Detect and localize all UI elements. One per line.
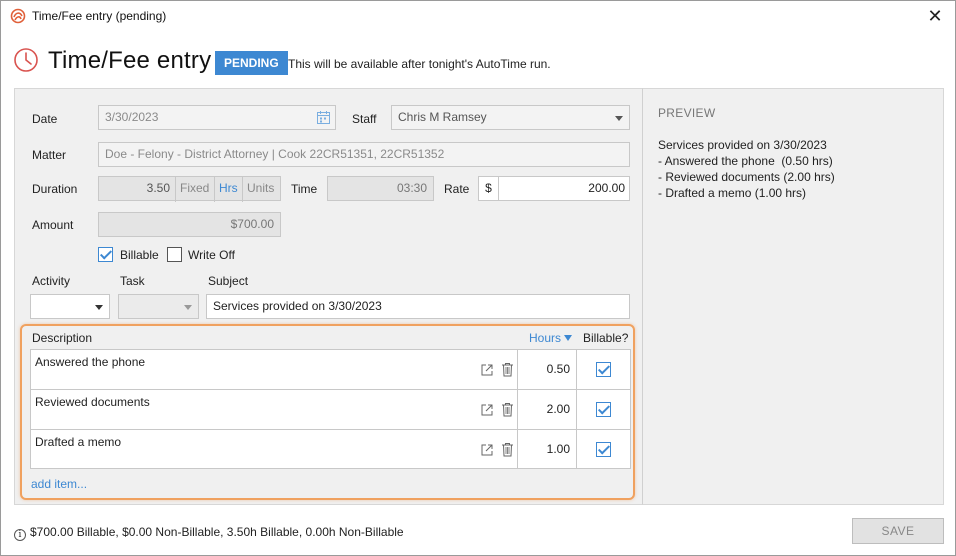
item-hours[interactable]: 0.50	[517, 350, 577, 389]
write-off-label: Write Off	[188, 248, 235, 262]
item-billable-checkbox[interactable]	[596, 442, 611, 457]
item-description[interactable]: Drafted a memo	[35, 435, 121, 449]
preview-panel: PREVIEW Services provided on 3/30/2023 -…	[642, 88, 944, 505]
pending-message: This will be available after tonight's A…	[288, 57, 551, 71]
window-title: Time/Fee entry (pending)	[32, 9, 167, 23]
staff-label: Staff	[352, 112, 377, 126]
duration-label: Duration	[32, 182, 78, 196]
time-label: Time	[291, 182, 318, 196]
rate-label: Rate	[444, 182, 470, 196]
table-row: Answered the phone 0.50	[31, 350, 630, 390]
matter-value: Doe - Felony - District Attorney | Cook …	[105, 147, 445, 161]
date-value: 3/30/2023	[105, 110, 159, 124]
duration-mode-units[interactable]: Units	[242, 177, 278, 202]
activity-label: Activity	[32, 274, 71, 288]
task-select[interactable]	[118, 294, 199, 319]
title-bar: Time/Fee entry (pending) ✕	[1, 1, 955, 31]
billable-label: Billable	[120, 248, 159, 262]
preview-title: PREVIEW	[658, 106, 716, 120]
amount-field: $700.00	[98, 212, 281, 237]
item-hours[interactable]: 2.00	[517, 390, 577, 429]
preview-line: - Answered the phone (0.50 hrs)	[658, 154, 833, 168]
item-description[interactable]: Reviewed documents	[35, 395, 150, 409]
amount-label: Amount	[32, 218, 74, 232]
description-column-header: Description	[32, 331, 93, 345]
duration-value: 3.50	[146, 181, 170, 195]
preview-line: - Drafted a memo (1.00 hrs)	[658, 186, 807, 200]
chevron-down-icon	[184, 305, 192, 310]
date-field[interactable]: 3/30/2023	[98, 105, 336, 130]
add-item-link[interactable]: add item...	[31, 477, 87, 491]
item-billable-checkbox[interactable]	[596, 362, 611, 377]
write-off-checkbox[interactable]	[167, 247, 182, 262]
open-external-icon[interactable]	[480, 363, 494, 377]
amount-value: $700.00	[230, 217, 274, 231]
item-hours[interactable]: 1.00	[517, 430, 577, 469]
hours-column-label: Hours	[529, 331, 562, 345]
duration-mode-hrs[interactable]: Hrs	[214, 177, 242, 202]
hours-column-header[interactable]: Hours	[529, 331, 573, 345]
status-badge: PENDING	[215, 51, 288, 75]
item-description[interactable]: Answered the phone	[35, 355, 145, 369]
date-label: Date	[32, 112, 58, 126]
trash-icon[interactable]	[501, 402, 514, 417]
trash-icon[interactable]	[501, 442, 514, 457]
matter-label: Matter	[32, 148, 67, 162]
billable-column-header: Billable?	[583, 331, 629, 345]
matter-field[interactable]: Doe - Felony - District Attorney | Cook …	[98, 142, 630, 167]
trash-icon[interactable]	[501, 362, 514, 377]
line-items-table: Answered the phone 0.50 Reviewed documen…	[30, 349, 631, 469]
duration-mode-fixed[interactable]: Fixed	[175, 177, 213, 202]
subject-value: Services provided on 3/30/2023	[213, 299, 382, 313]
info-icon: i	[14, 529, 26, 541]
preview-line: Services provided on 3/30/2023	[658, 138, 827, 152]
preview-line: - Reviewed documents (2.00 hrs)	[658, 170, 835, 184]
sort-down-icon	[564, 335, 573, 341]
task-label: Task	[120, 274, 145, 288]
rate-value: 200.00	[588, 181, 625, 195]
close-button[interactable]: ✕	[923, 4, 947, 28]
calendar-icon[interactable]	[316, 110, 331, 125]
save-button[interactable]: SAVE	[852, 518, 944, 544]
duration-field[interactable]: 3.50 Fixed Hrs Units	[98, 176, 281, 202]
rate-currency: $	[479, 177, 499, 200]
billable-checkbox[interactable]	[98, 247, 113, 262]
open-external-icon[interactable]	[480, 443, 494, 457]
footer-summary: i $700.00 Billable, $0.00 Non-Billable, 3…	[14, 525, 404, 541]
time-value: 03:30	[396, 181, 427, 195]
item-billable-checkbox[interactable]	[596, 402, 611, 417]
rate-field[interactable]: $ 200.00	[478, 176, 630, 201]
app-logo-icon	[10, 8, 26, 24]
table-row: Reviewed documents 2.00	[31, 390, 630, 430]
line-items-panel: Description Hours Billable? Answered the…	[20, 324, 635, 500]
staff-select[interactable]: Chris M Ramsey	[391, 105, 630, 130]
preview-text: Services provided on 3/30/2023 - Answere…	[658, 137, 835, 201]
staff-value: Chris M Ramsey	[398, 110, 487, 124]
time-fee-window: Time/Fee entry (pending) ✕ Time/Fee entr…	[0, 0, 956, 556]
time-field[interactable]: 03:30	[327, 176, 434, 201]
chevron-down-icon	[615, 116, 623, 121]
page-title: Time/Fee entry	[48, 47, 212, 74]
subject-label: Subject	[208, 274, 249, 288]
page-header: Time/Fee entry PENDING This will be avai…	[13, 45, 913, 79]
open-external-icon[interactable]	[480, 403, 494, 417]
chevron-down-icon	[95, 305, 103, 310]
summary-text: $700.00 Billable, $0.00 Non-Billable, 3.…	[30, 525, 404, 539]
clock-icon	[14, 48, 38, 72]
activity-select[interactable]	[30, 294, 110, 319]
subject-input[interactable]: Services provided on 3/30/2023	[206, 294, 630, 319]
table-row: Drafted a memo 1.00	[31, 430, 630, 470]
